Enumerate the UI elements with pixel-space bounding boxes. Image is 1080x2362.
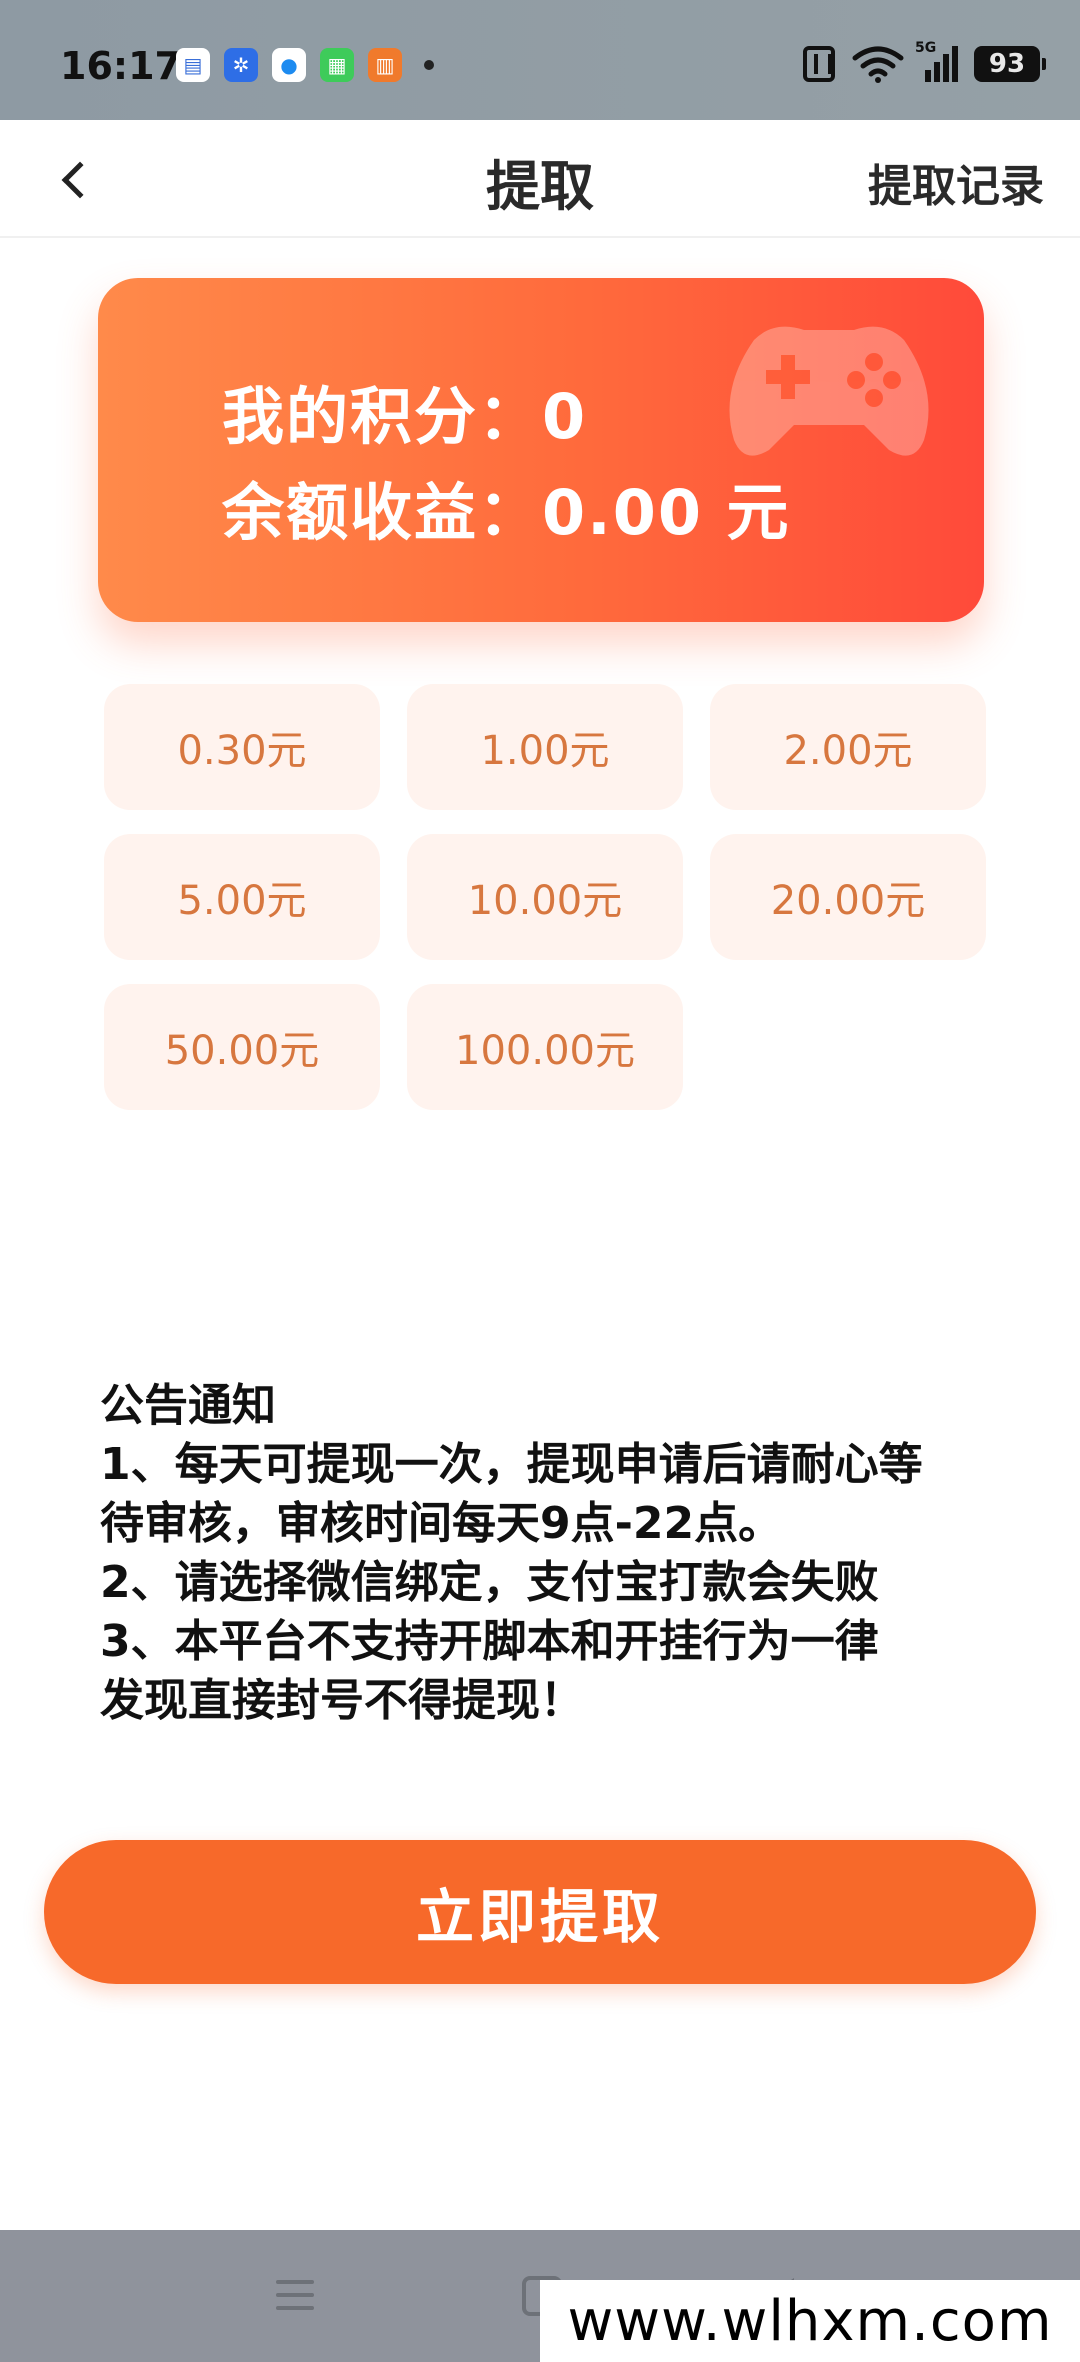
- announcement-line: 待审核，审核时间每天9点-22点。: [100, 1498, 783, 1549]
- announcement-line: 3、本平台不支持开脚本和开挂行为一律: [100, 1616, 879, 1667]
- battery-indicator: 93: [974, 46, 1046, 82]
- amount-option[interactable]: 10.00元: [407, 834, 683, 960]
- more-notifications-dot: [424, 60, 434, 70]
- pinwheel-icon: ✲: [224, 48, 258, 82]
- withdraw-now-button[interactable]: 立即提取: [44, 1840, 1036, 1984]
- wifi-icon: [851, 44, 905, 84]
- announcement-line: 发现直接封号不得提现！: [100, 1675, 584, 1726]
- amount-option[interactable]: 5.00元: [104, 834, 380, 960]
- amount-option[interactable]: 50.00元: [104, 984, 380, 1110]
- announcement: 公告通知 1、每天可提现一次，提现申请后请耐心等 待审核，审核时间每天9点-22…: [100, 1376, 1000, 1730]
- balance-card: 我的积分：0 余额收益：0.00 元: [98, 278, 984, 622]
- announcement-line: 2、请选择微信绑定，支付宝打款会失败: [100, 1557, 879, 1608]
- status-bar: 16:17 ▤ ✲ ● ▦ ▥ 5G 93: [0, 0, 1080, 120]
- withdraw-history-link[interactable]: 提取记录: [868, 150, 1044, 214]
- amount-option[interactable]: 1.00元: [407, 684, 683, 810]
- nfc-icon: [803, 46, 835, 82]
- circle-app-icon: ●: [272, 48, 306, 82]
- amount-option[interactable]: 0.30元: [104, 684, 380, 810]
- announcement-line: 1、每天可提现一次，提现申请后请耐心等: [100, 1439, 923, 1490]
- announcement-title: 公告通知: [100, 1380, 276, 1431]
- notification-icons: ▤ ✲ ● ▦ ▥: [176, 48, 434, 82]
- amount-option[interactable]: 20.00元: [710, 834, 986, 960]
- cellular-signal-icon: 5G: [915, 40, 958, 82]
- points-balance: 我的积分：0: [222, 380, 588, 453]
- amount-option[interactable]: 100.00元: [407, 984, 683, 1110]
- watermark: www.wlhxm.com: [540, 2280, 1080, 2362]
- gamepad-icon: [729, 326, 929, 456]
- messages-icon: ▤: [176, 48, 210, 82]
- amount-option[interactable]: 2.00元: [710, 684, 986, 810]
- green-app-icon: ▦: [320, 48, 354, 82]
- earnings-balance: 余额收益：0.00 元: [222, 476, 791, 549]
- status-time: 16:17: [60, 44, 181, 88]
- system-status: 5G 93: [803, 40, 1046, 84]
- app-header: 提取 提取记录: [0, 120, 1080, 238]
- network-type: 5G: [915, 40, 937, 56]
- amount-options: 0.30元 1.00元 2.00元 5.00元 10.00元 20.00元 50…: [104, 684, 988, 1110]
- book-app-icon: ▥: [368, 48, 402, 82]
- recent-apps-icon[interactable]: [276, 2280, 314, 2310]
